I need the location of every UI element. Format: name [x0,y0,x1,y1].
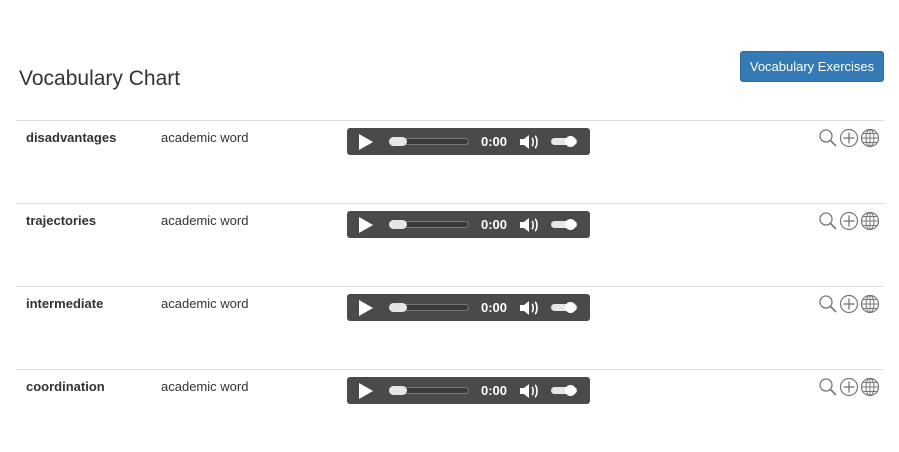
search-icon[interactable] [818,377,838,397]
search-icon[interactable] [818,211,838,231]
current-time: 0:00 [481,134,508,149]
globe-icon[interactable] [860,377,880,397]
table-row: disadvantages academic word 0:00 [16,120,884,203]
page-title: Vocabulary Chart [19,67,181,90]
progress-handle[interactable] [389,303,407,312]
vocab-word: coordination [26,379,105,394]
globe-icon[interactable] [860,211,880,231]
current-time: 0:00 [481,383,508,398]
volume-icon[interactable] [519,133,541,151]
vocabulary-table: disadvantages academic word 0:00 traject… [16,120,884,452]
word-type: academic word [161,379,249,394]
word-type: academic word [161,213,249,228]
volume-handle[interactable] [565,302,576,313]
vocabulary-exercises-button[interactable]: Vocabulary Exercises [740,51,884,82]
volume-icon[interactable] [519,299,541,317]
word-type: academic word [161,296,249,311]
volume-handle[interactable] [565,219,576,230]
volume-icon[interactable] [519,216,541,234]
globe-icon[interactable] [860,128,880,148]
audio-player: 0:00 [347,211,590,238]
search-icon[interactable] [818,294,838,314]
globe-icon[interactable] [860,294,880,314]
vocab-word: trajectories [26,213,97,228]
word-actions [818,294,880,314]
progress-handle[interactable] [389,386,407,395]
progress-handle[interactable] [389,137,407,146]
word-actions [818,211,880,231]
volume-icon[interactable] [519,382,541,400]
table-row: coordination academic word 0:00 [16,369,884,452]
add-icon[interactable] [839,211,859,231]
play-icon[interactable] [359,300,373,316]
current-time: 0:00 [481,300,508,315]
add-icon[interactable] [839,294,859,314]
play-icon[interactable] [359,383,373,399]
play-icon[interactable] [359,134,373,150]
progress-handle[interactable] [389,220,407,229]
table-row: intermediate academic word 0:00 [16,286,884,369]
table-row: trajectories academic word 0:00 [16,203,884,286]
current-time: 0:00 [481,217,508,232]
play-icon[interactable] [359,217,373,233]
volume-handle[interactable] [565,385,576,396]
audio-player: 0:00 [347,128,590,155]
audio-player: 0:00 [347,377,590,404]
add-icon[interactable] [839,377,859,397]
word-actions [818,128,880,148]
vocab-word: intermediate [26,296,104,311]
search-icon[interactable] [818,128,838,148]
word-type: academic word [161,130,249,145]
volume-handle[interactable] [565,136,576,147]
add-icon[interactable] [839,128,859,148]
vocab-word: disadvantages [26,130,117,145]
audio-player: 0:00 [347,294,590,321]
word-actions [818,377,880,397]
